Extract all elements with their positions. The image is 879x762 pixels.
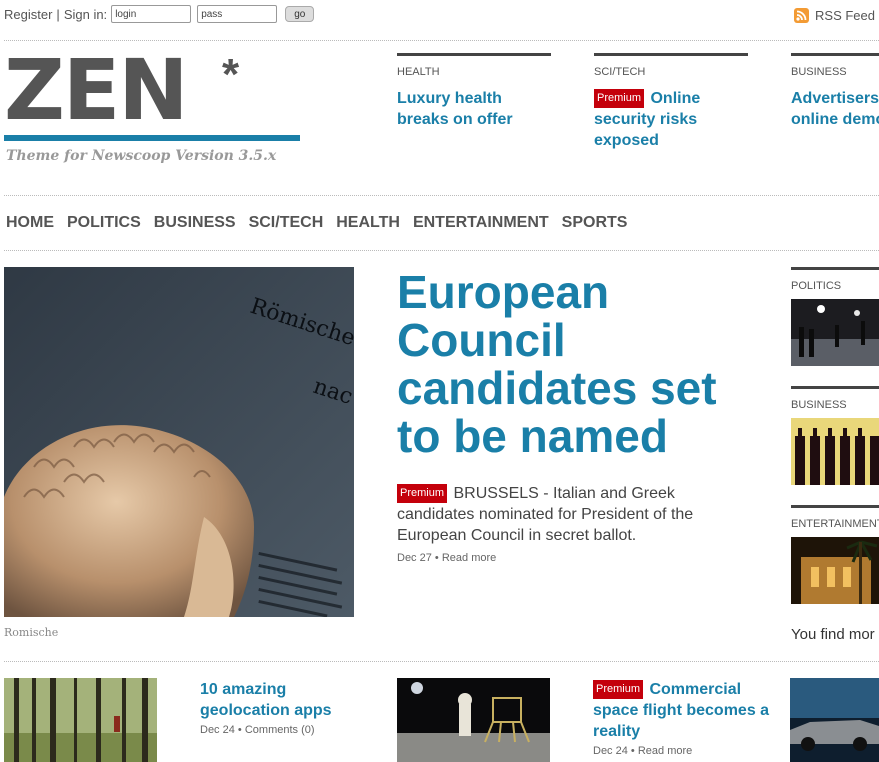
rss-feed-link[interactable]: RSS Feed: [794, 8, 875, 23]
premium-badge: Premium: [594, 89, 645, 108]
logo-text: ZEN: [4, 41, 189, 139]
divider: [4, 195, 879, 196]
premium-badge: Premium: [397, 484, 448, 503]
article-title-link[interactable]: Premium Online security risks exposed: [594, 88, 748, 151]
header-article: SCI/TECH Premium Online security risks e…: [594, 53, 748, 151]
premium-badge: Premium: [593, 680, 644, 699]
bottom-article-image[interactable]: [4, 678, 157, 762]
article-title-link[interactable]: Advertisers online demo: [791, 88, 879, 130]
divider: [4, 661, 879, 662]
read-more-link[interactable]: Read more: [442, 552, 496, 564]
main-article-image[interactable]: Römische nac: [4, 267, 354, 617]
bottom-article-image[interactable]: [790, 678, 879, 762]
site-logo[interactable]: ZEN * Theme for Newscoop Version 3.5.x: [4, 41, 300, 164]
user-bar: Register | Sign in: go: [4, 5, 315, 23]
nav-item-health[interactable]: HEALTH: [336, 214, 400, 232]
section-label: HEALTH: [397, 66, 440, 78]
main-article-lede: Premium BRUSSELS - Italian and Greek can…: [397, 483, 737, 569]
article-meta: Dec 24 • Read more: [593, 745, 773, 757]
article-date: Dec 24: [593, 745, 628, 757]
sidebar-image[interactable]: [791, 418, 879, 485]
image-caption: Romische: [4, 626, 59, 639]
article-title-text: Advertisers online demo: [791, 90, 879, 128]
section-label: BUSINESS: [791, 66, 847, 78]
article-date: Dec 24: [200, 724, 235, 736]
nav-item-scitech[interactable]: SCI/TECH: [249, 214, 324, 232]
bottom-article-image[interactable]: [397, 678, 550, 762]
nav-item-entertainment[interactable]: ENTERTAINMENT: [413, 214, 549, 232]
comments-link[interactable]: Comments (0): [245, 724, 315, 736]
sidebar-section-politics: POLITICS: [791, 267, 879, 366]
sidebar-section-entertainment: ENTERTAINMENT: [791, 505, 879, 604]
article-title-link[interactable]: Luxury health breaks on offer: [397, 88, 551, 130]
divider: [4, 250, 879, 251]
header-article: BUSINESS Advertisers online demo: [791, 53, 879, 130]
password-input[interactable]: [197, 5, 278, 23]
article-title-link[interactable]: 10 amazing geolocation apps: [200, 679, 380, 721]
go-button[interactable]: go: [285, 6, 315, 22]
section-label: POLITICS: [791, 280, 842, 292]
main-nav: HOME POLITICS BUSINESS SCI/TECH HEALTH E…: [6, 214, 627, 232]
section-label: BUSINESS: [791, 399, 847, 411]
nav-item-home[interactable]: HOME: [6, 214, 54, 232]
login-input[interactable]: [111, 5, 192, 23]
section-label: SCI/TECH: [594, 66, 646, 78]
separator: |: [56, 6, 60, 22]
header-article: HEALTH Luxury health breaks on offer: [397, 53, 551, 130]
logo-star: *: [222, 50, 240, 99]
signin-label: Sign in:: [63, 6, 108, 22]
sidebar-more-text: You find mor: [791, 626, 875, 643]
meta-bullet: •: [434, 552, 439, 564]
logo-underline: [4, 135, 300, 141]
article-title-link[interactable]: Premium Commercial space flight becomes …: [593, 679, 773, 742]
sidebar-image[interactable]: [791, 299, 879, 366]
rss-label: RSS Feed: [815, 8, 875, 23]
article-title-text: Luxury health breaks on offer: [397, 90, 513, 128]
article-date: Dec 27: [397, 552, 432, 564]
bottom-article: Premium Commercial space flight becomes …: [593, 679, 773, 757]
article-meta: Dec 27 • Read more: [397, 548, 737, 569]
nav-item-business[interactable]: BUSINESS: [154, 214, 236, 232]
sidebar-image[interactable]: [791, 537, 879, 604]
bottom-article: 10 amazing geolocation apps Dec 24 • Com…: [200, 679, 380, 736]
meta-bullet: •: [630, 745, 635, 757]
main-article-title[interactable]: European Council candidates set to be na…: [397, 268, 767, 460]
logo-tagline: Theme for Newscoop Version 3.5.x: [6, 148, 277, 164]
section-label: ENTERTAINMENT: [791, 518, 879, 530]
nav-item-politics[interactable]: POLITICS: [67, 214, 141, 232]
register-link[interactable]: Register: [4, 7, 52, 22]
sidebar-section-business: BUSINESS: [791, 386, 879, 485]
rss-icon: [794, 8, 810, 23]
meta-bullet: •: [237, 724, 242, 736]
article-meta: Dec 24 • Comments (0): [200, 724, 380, 736]
nav-item-sports[interactable]: SPORTS: [562, 214, 628, 232]
read-more-link[interactable]: Read more: [638, 745, 692, 757]
